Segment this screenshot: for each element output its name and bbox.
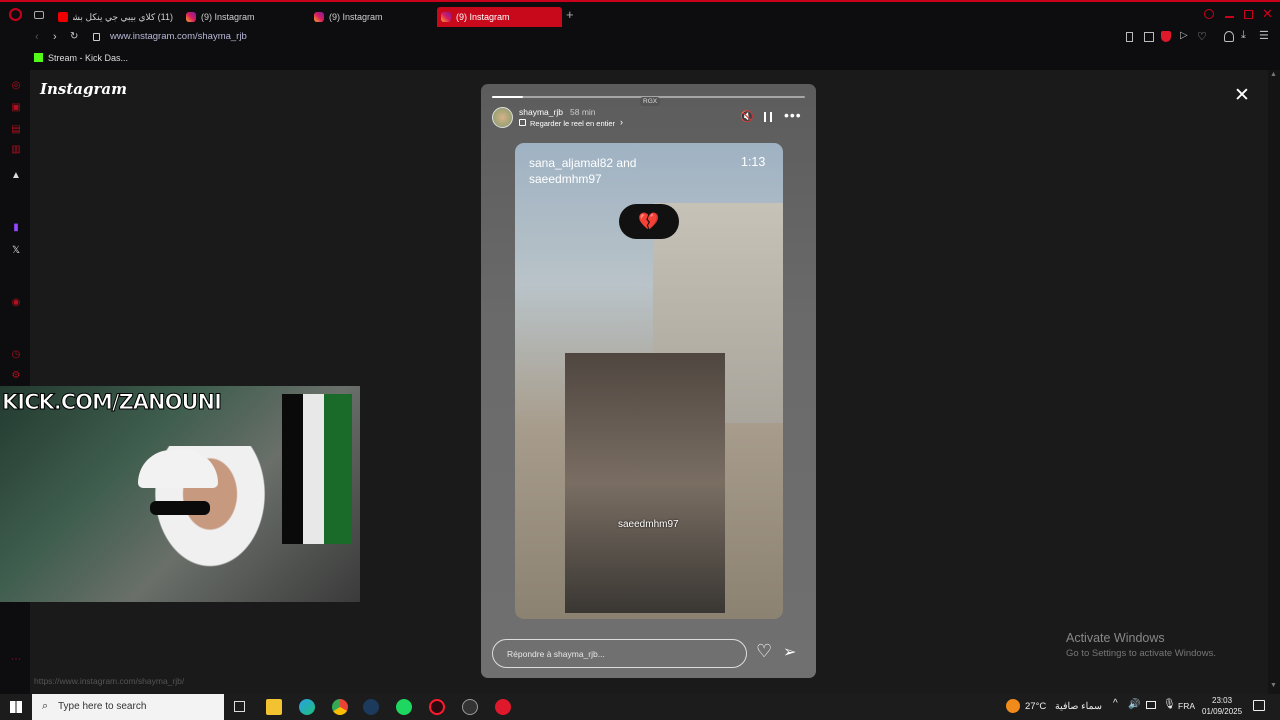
volume-icon[interactable]: 🔊 [1128, 699, 1140, 710]
twitch-icon[interactable]: ▮ [10, 222, 22, 234]
reload-icon[interactable]: ↻ [70, 31, 78, 42]
mic-icon[interactable]: 🎙 [1163, 699, 1176, 710]
download-icon[interactable]: ⤓ [1241, 29, 1246, 42]
webcam-overlay: KICK.COM/ZANOUNI [0, 386, 360, 602]
instagram-icon [441, 12, 451, 22]
instagram-icon [314, 12, 324, 22]
messenger-icon[interactable]: ▤ [10, 124, 22, 136]
tab-instagram-1[interactable]: (9) Instagram [182, 7, 302, 27]
chrome-icon[interactable] [332, 699, 348, 715]
vehicle-shape [565, 353, 725, 613]
history-icon[interactable]: ◷ [10, 349, 22, 361]
network-icon[interactable] [1146, 701, 1156, 709]
minimize-button[interactable] [1225, 16, 1234, 18]
video-duration: 1:13 [741, 155, 766, 169]
adblock-shield-icon[interactable] [1161, 31, 1171, 42]
scroll-down-icon[interactable]: ▼ [1270, 682, 1277, 689]
windows-taskbar: ⌕ Type here to search 27°C سماء صافية ^ … [0, 694, 1280, 720]
player-sidebar-icon[interactable]: ◉ [10, 297, 22, 309]
notifications-icon[interactable] [1253, 700, 1265, 711]
url-field[interactable]: www.instagram.com/shayma_rjb [110, 31, 247, 42]
broken-heart-sticker: 💔 [619, 204, 679, 239]
app-red-icon[interactable] [495, 699, 511, 715]
task-view-icon[interactable] [234, 701, 245, 712]
clock-time[interactable]: 23:03 [1212, 696, 1232, 705]
send-icon[interactable]: ➢ [783, 642, 796, 662]
tab-bar: (11) كلاي بيبي جي ينكل بشرف (9) Instagra… [0, 0, 1280, 28]
bookmark-kick[interactable]: Stream - Kick Das... [48, 53, 128, 63]
forward-icon[interactable]: › [53, 31, 57, 43]
snapshot-icon[interactable] [1144, 32, 1154, 42]
page-scrollbar[interactable]: ▲ ▼ [1268, 70, 1280, 694]
like-heart-icon[interactable]: ♡ [756, 641, 772, 662]
story-mentioned-users: sana_aljamal82 and saeedmhm97 [529, 156, 637, 186]
reel-icon [519, 119, 526, 126]
mute-icon[interactable]: 🔇 [740, 110, 754, 123]
sunglasses-shape [150, 501, 210, 515]
settings-icon[interactable]: ⚙ [10, 370, 22, 382]
close-window-button[interactable]: ✕ [1262, 6, 1273, 22]
search-tabs-icon[interactable] [1204, 9, 1214, 19]
tab-instagram-active[interactable]: (9) Instagram [437, 7, 562, 27]
activate-windows-sub: Go to Settings to activate Windows. [1066, 648, 1216, 659]
x-twitter-icon[interactable]: 𝕏 [10, 245, 22, 257]
extension-icon[interactable]: ▲ [10, 170, 22, 182]
kick-icon [34, 53, 43, 62]
maximize-button[interactable] [1244, 10, 1253, 19]
clock-date[interactable]: 01/09/2025 [1202, 707, 1242, 716]
youtube-icon [58, 12, 68, 22]
more-sidebar-icon[interactable]: ⋯ [10, 654, 22, 666]
file-explorer-icon[interactable] [266, 699, 282, 715]
back-icon[interactable]: ‹ [35, 31, 39, 43]
windows-start-icon[interactable] [10, 701, 22, 713]
language-indicator[interactable]: FRA [1178, 701, 1195, 711]
story-media: sana_aljamal82 and saeedmhm97 1:13 💔 sae… [515, 143, 783, 619]
scroll-up-icon[interactable]: ▲ [1270, 71, 1277, 78]
weather-temp[interactable]: 27°C [1025, 701, 1046, 712]
spotify-icon[interactable] [396, 699, 412, 715]
obs-icon[interactable] [462, 699, 478, 715]
instagram-icon [186, 12, 196, 22]
aria-icon[interactable]: ◎ [10, 80, 22, 92]
rgx-badge: RGX [640, 97, 661, 106]
account-icon[interactable] [1224, 31, 1234, 42]
heart-icon[interactable]: ♡ [1197, 30, 1207, 43]
chevron-right-icon: › [620, 117, 623, 127]
crypto-wallet-icon[interactable]: ▣ [10, 102, 22, 114]
more-options-icon[interactable]: ••• [784, 107, 802, 123]
bookmark-page-icon[interactable] [1126, 32, 1133, 42]
weather-desc[interactable]: سماء صافية [1055, 701, 1102, 712]
address-bar: ‹ › ↻ www.instagram.com/shayma_rjb ▷ ♡ ⤓… [0, 28, 1280, 48]
instagram-sidebar-icon[interactable]: ▥ [10, 144, 22, 156]
tray-chevron-icon[interactable]: ^ [1113, 698, 1118, 709]
tab-youtube[interactable]: (11) كلاي بيبي جي ينكل بشرف [54, 7, 174, 27]
pause-icon[interactable] [764, 112, 772, 122]
kick-overlay-text: KICK.COM/ZANOUNI [2, 390, 223, 415]
activate-windows-title: Activate Windows [1066, 631, 1165, 645]
bookmarks-bar: Stream - Kick Das... [0, 48, 1280, 70]
lock-icon [93, 33, 100, 41]
tab-instagram-2[interactable]: (9) Instagram [310, 7, 430, 27]
status-url: https://www.instagram.com/shayma_rjb/ [34, 676, 185, 686]
story-time: 58 min [570, 107, 596, 117]
opera-gx-icon[interactable] [429, 699, 445, 715]
search-icon: ⌕ [42, 700, 49, 712]
player-icon[interactable]: ▷ [1180, 30, 1188, 41]
story-card[interactable]: RGX shayma_rjb 58 min Regarder le reel e… [481, 84, 816, 678]
steam-icon[interactable] [363, 699, 379, 715]
mention-sticker[interactable]: saeedmhm97 [618, 519, 679, 530]
watch-full-reel-link[interactable]: Regarder le reel en entier [530, 119, 615, 128]
opera-logo-icon[interactable] [9, 8, 22, 21]
weather-icon [1006, 699, 1020, 713]
tab-menu-icon[interactable] [34, 11, 44, 19]
story-username[interactable]: shayma_rjb [519, 107, 563, 117]
taskbar-search[interactable]: ⌕ Type here to search [32, 694, 224, 720]
close-story-icon[interactable]: ✕ [1234, 84, 1250, 107]
menu-icon[interactable]: ☰ [1259, 29, 1269, 42]
new-tab-button[interactable]: + [566, 7, 574, 22]
reply-input[interactable]: Répondre à shayma_rjb... [492, 639, 747, 668]
instagram-logo[interactable]: Instagram [40, 80, 127, 98]
edge-icon[interactable] [299, 699, 315, 715]
avatar[interactable] [492, 107, 513, 128]
